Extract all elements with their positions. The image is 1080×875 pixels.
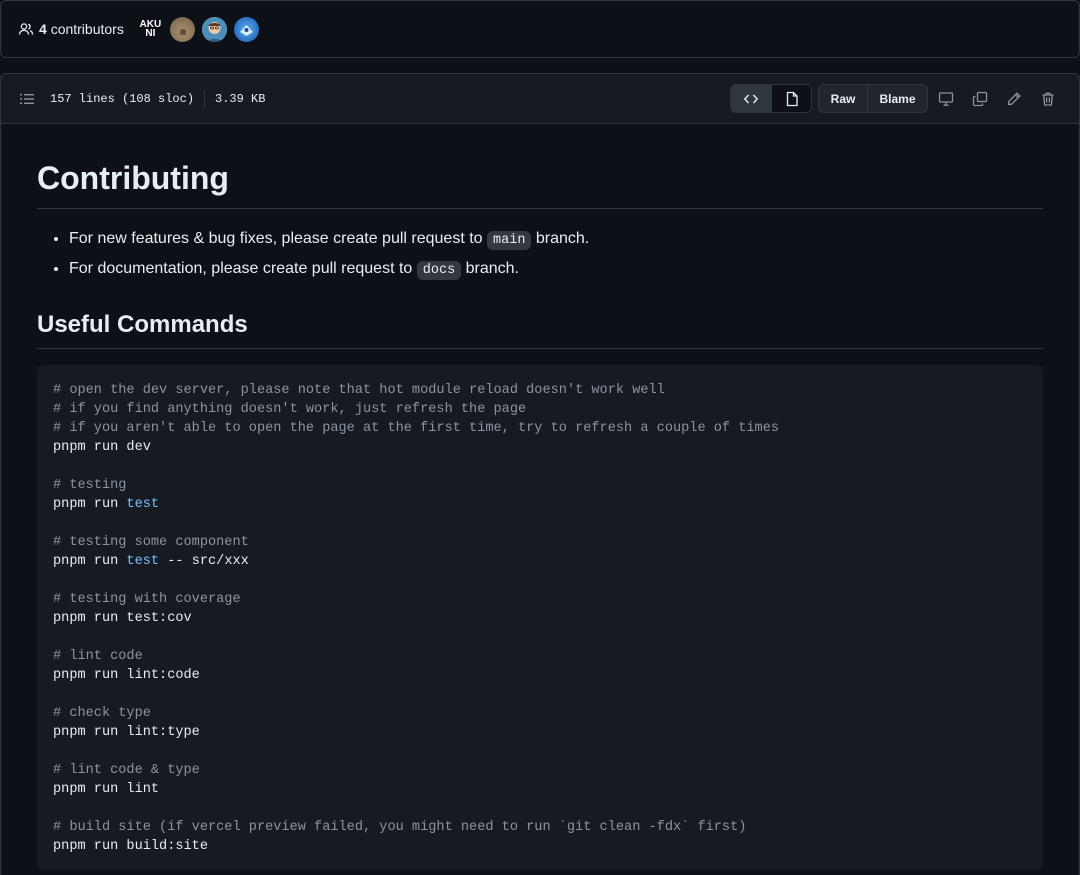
people-icon: [18, 21, 34, 37]
code-line: # testing: [53, 476, 1027, 495]
contributors-label: contributors: [50, 21, 124, 37]
avatar-akuni[interactable]: AKU NI: [137, 16, 163, 42]
file-preview-icon: [784, 91, 800, 107]
copy-icon: [972, 91, 988, 107]
list-item: For new features & bug fixes, please cre…: [69, 225, 1043, 255]
line-count: 157 lines (108 sloc): [50, 91, 195, 106]
contributors-count: 4: [39, 21, 47, 37]
inline-code: docs: [416, 261, 462, 280]
code-comment: # if you find anything doesn't work, jus…: [53, 402, 527, 417]
code-view-icon: [743, 91, 759, 107]
trash-icon: [1040, 91, 1056, 107]
code-line: pnpm run lint: [53, 780, 1027, 799]
code-comment: # testing with coverage: [53, 592, 241, 607]
code-text: pnpm run test:cov: [53, 611, 192, 626]
code-line: # testing some component: [53, 533, 1027, 552]
code-line: pnpm run test:cov: [53, 609, 1027, 628]
code-line: pnpm run build:site: [53, 837, 1027, 856]
code-block: # open the dev server, please note that …: [37, 365, 1043, 870]
list-item-text: For new features & bug fixes, please cre…: [69, 230, 488, 247]
divider: [204, 89, 206, 108]
code-line: pnpm run lint:code: [53, 666, 1027, 685]
code-line: pnpm run lint:type: [53, 723, 1027, 742]
code-line: pnpm run test: [53, 495, 1027, 514]
file-header: 157 lines (108 sloc) 3.39 KB Raw Blame: [1, 74, 1079, 124]
code-text: pnpm run: [53, 497, 127, 512]
list-item: For documentation, please create pull re…: [69, 255, 1043, 285]
section-heading: Useful Commands: [37, 310, 1043, 349]
code-line: # open the dev server, please note that …: [53, 381, 1027, 400]
readme-body: Contributing For new features & bug fixe…: [1, 124, 1079, 870]
code-line: # lint code & type: [53, 761, 1027, 780]
code-comment: # testing: [53, 478, 127, 493]
list-icon[interactable]: [19, 91, 35, 107]
preview-button[interactable]: [771, 85, 811, 112]
contributors-bar: 4 contributors AKU NI: [0, 0, 1080, 58]
inline-code: main: [487, 231, 532, 250]
code-line: # lint code: [53, 647, 1027, 666]
code-line: # if you aren't able to open the page at…: [53, 419, 1027, 438]
edit-button[interactable]: [997, 84, 1031, 113]
file-view: 157 lines (108 sloc) 3.39 KB Raw Blame C…: [0, 73, 1080, 875]
delete-button[interactable]: [1031, 84, 1065, 113]
raw-blame-group: Raw Blame: [818, 84, 928, 113]
code-text: pnpm run lint:code: [53, 668, 200, 683]
code-line: # build site (if vercel preview failed, …: [53, 818, 1027, 837]
code-comment: # lint code: [53, 649, 143, 664]
contributor-avatars: AKU NI: [137, 16, 259, 42]
code-comment: # build site (if vercel preview failed, …: [53, 820, 747, 835]
code-line: pnpm run dev: [53, 438, 1027, 457]
list-item-text: branch.: [531, 230, 590, 247]
raw-button[interactable]: Raw: [819, 85, 867, 112]
code-line: pnpm run test -- src/xxx: [53, 552, 1027, 571]
contributors-link[interactable]: 4 contributors: [39, 21, 124, 37]
desktop-button[interactable]: [929, 84, 963, 113]
blame-button[interactable]: Blame: [867, 85, 927, 112]
code-keyword: test: [126, 497, 160, 512]
code-text: pnpm run dev: [53, 440, 151, 455]
code-comment: # open the dev server, please note that …: [53, 383, 665, 398]
code-comment: # if you aren't able to open the page at…: [53, 421, 780, 436]
file-meta: 157 lines (108 sloc) 3.39 KB: [50, 89, 266, 108]
desktop-icon: [938, 91, 954, 107]
contributing-list: For new features & bug fixes, please cre…: [69, 225, 1043, 285]
code-line: # check type: [53, 704, 1027, 723]
code-text: pnpm run lint: [53, 782, 160, 797]
code-comment: # check type: [53, 706, 151, 721]
file-actions: [929, 84, 1065, 113]
avatar[interactable]: [233, 16, 259, 42]
view-toggle: [730, 84, 812, 113]
file-toolbar: Raw Blame: [730, 84, 1065, 113]
code-line: # if you find anything doesn't work, jus…: [53, 400, 1027, 419]
code-line: # testing with coverage: [53, 590, 1027, 609]
code-keyword: test: [126, 554, 160, 569]
code-text: pnpm run lint:type: [53, 725, 200, 740]
copy-button[interactable]: [963, 84, 997, 113]
pencil-icon: [1006, 91, 1022, 107]
avatar[interactable]: [169, 16, 195, 42]
code-comment: # lint code & type: [53, 763, 200, 778]
avatar[interactable]: [201, 16, 227, 42]
code-comment: # testing some component: [53, 535, 249, 550]
code-text: pnpm run: [53, 554, 127, 569]
list-item-text: For documentation, please create pull re…: [69, 260, 417, 277]
list-item-text: branch.: [461, 260, 519, 277]
file-size: 3.39 KB: [215, 91, 266, 106]
page-title: Contributing: [37, 158, 1043, 209]
code-text: pnpm run build:site: [53, 839, 208, 854]
code-view-button[interactable]: [731, 85, 771, 112]
code-text: -- src/xxx: [159, 554, 249, 569]
